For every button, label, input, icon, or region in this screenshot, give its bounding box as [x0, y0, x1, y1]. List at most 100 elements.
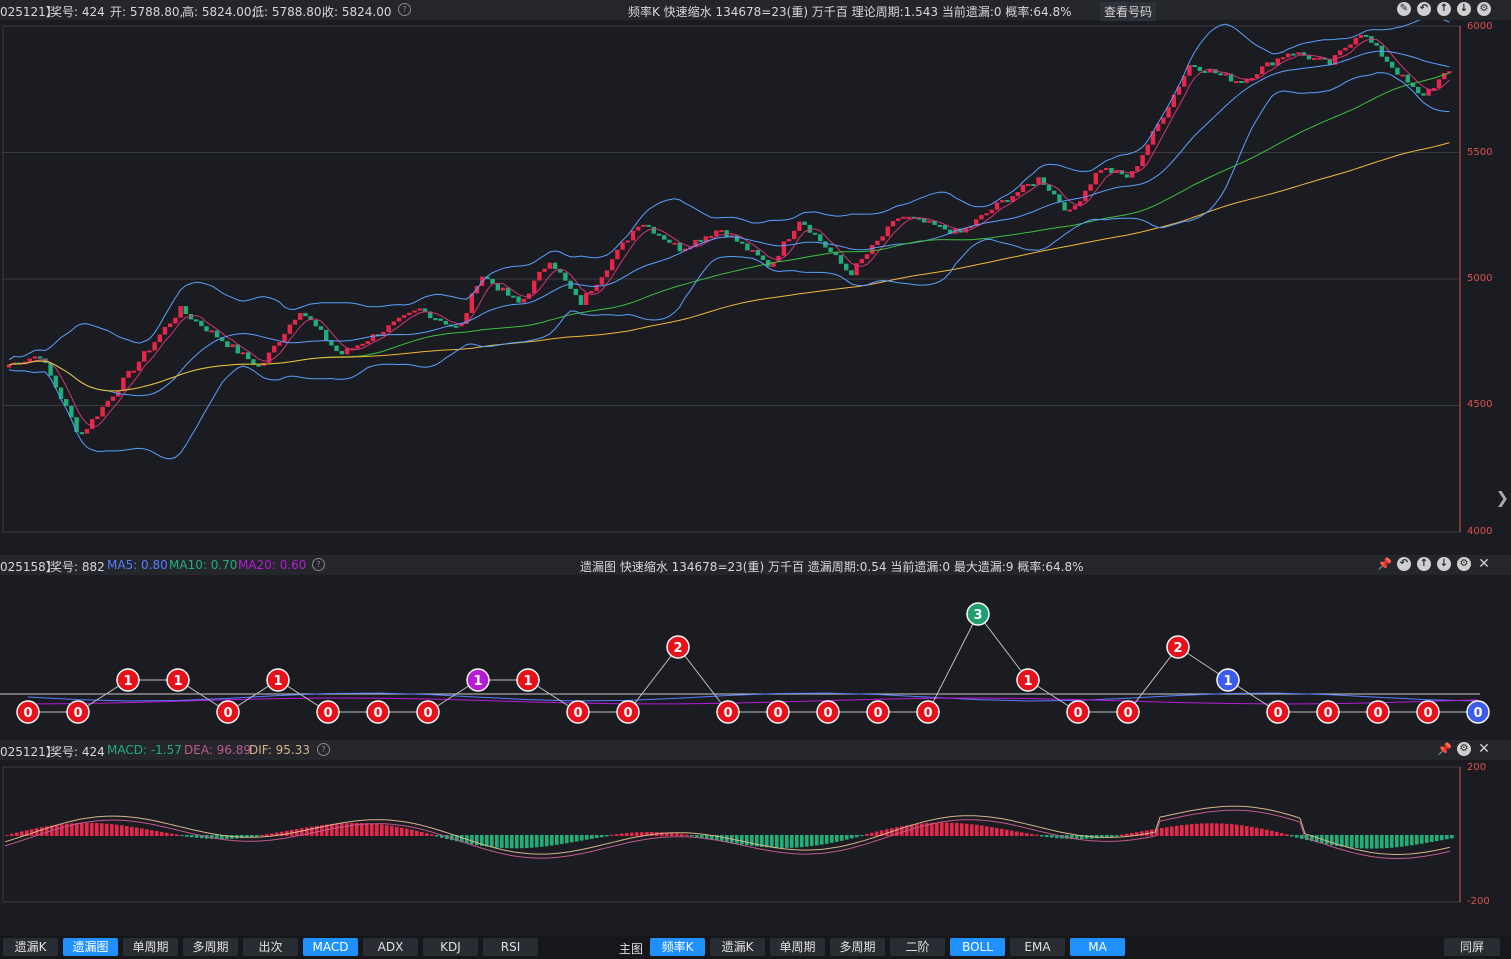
omission-node[interactable]: 1	[466, 668, 490, 692]
omission-node[interactable]: 0	[1466, 700, 1490, 724]
omission-node[interactable]: 0	[316, 700, 340, 724]
down-icon[interactable]: ↓	[1437, 557, 1451, 571]
omission-node[interactable]: 0	[916, 700, 940, 724]
back-icon[interactable]: ↶	[1417, 2, 1431, 16]
bottom-mid-tab[interactable]: MA	[1070, 938, 1125, 956]
omission-node[interactable]: 2	[1166, 635, 1190, 659]
omission-node[interactable]: 0	[1066, 700, 1090, 724]
candle	[152, 342, 157, 351]
pin-icon[interactable]: 📌	[1377, 557, 1392, 571]
macd-bar	[625, 833, 629, 836]
candle	[1421, 93, 1426, 96]
query-number-button[interactable]: 查看号码	[1100, 2, 1157, 21]
omission-node[interactable]: 0	[416, 700, 440, 724]
main-chart-panel[interactable]: 6000 5500 5000 4500 4000 ❯	[0, 20, 1511, 552]
omission-node[interactable]: 1	[166, 668, 190, 692]
macd-bar	[1255, 827, 1259, 836]
omission-node[interactable]: 0	[716, 700, 740, 724]
bottom-mid-tab[interactable]: 单周期	[770, 938, 825, 956]
bottom-left-tab[interactable]: 遗漏K	[3, 938, 58, 956]
macd-bar	[1200, 823, 1204, 836]
candle	[781, 241, 786, 256]
omission-node[interactable]: 0	[566, 700, 590, 724]
omission-node[interactable]: 0	[216, 700, 240, 724]
macd-bar	[1285, 834, 1289, 836]
bottom-left-tab[interactable]: 出次	[243, 938, 298, 956]
fullscreen-button[interactable]: 同屏	[1444, 938, 1500, 956]
macd-bar	[1370, 835, 1374, 849]
bottom-mid-tab[interactable]: EMA	[1010, 938, 1065, 956]
omission-node[interactable]: 0	[16, 700, 40, 724]
settings-icon[interactable]: ⚙	[1457, 742, 1471, 756]
svg-text:0: 0	[573, 706, 582, 721]
edit-icon[interactable]: ✎	[1397, 2, 1411, 16]
bottom-left-tab[interactable]: MACD	[303, 938, 358, 956]
bottom-left-tab[interactable]: RSI	[483, 938, 538, 956]
chevron-right-icon[interactable]: ❯	[1496, 488, 1509, 507]
candle	[662, 235, 667, 240]
omission-chart-panel[interactable]: 0 0 1 1 0 1 0 0 0 1 1 0 0 2 0 0 0 0 0 3 1 0 0 2 1 0 0 0 0 0	[0, 575, 1511, 737]
omission-node[interactable]: 0	[816, 700, 840, 724]
macd-bar	[1005, 829, 1009, 836]
omission-node[interactable]: 0	[1416, 700, 1440, 724]
bottom-mid-tab[interactable]: 频率K	[650, 938, 705, 956]
bottom-left-tab[interactable]: 多周期	[183, 938, 238, 956]
omission-node[interactable]: 0	[66, 700, 90, 724]
omission-node[interactable]: 1	[266, 668, 290, 692]
up-icon[interactable]: ↑	[1437, 2, 1451, 16]
macd-chart[interactable]	[0, 760, 1511, 934]
omission-node[interactable]: 0	[616, 700, 640, 724]
bottom-left-tab[interactable]: 单周期	[123, 938, 178, 956]
omission-node[interactable]: 0	[866, 700, 890, 724]
candle	[417, 308, 422, 311]
omission-node[interactable]: 0	[766, 700, 790, 724]
macd-bar	[1425, 835, 1429, 843]
main-candle-chart[interactable]	[0, 20, 1511, 552]
pin-icon[interactable]: 📌	[1437, 742, 1452, 756]
bottom-mid-tab[interactable]: 遗漏K	[710, 938, 765, 956]
help-icon[interactable]: ?	[398, 3, 411, 16]
omission-node[interactable]: 0	[1266, 700, 1290, 724]
omission-node[interactable]: 1	[1216, 668, 1240, 692]
close-icon[interactable]: ✕	[1477, 557, 1491, 571]
macd-bar	[945, 822, 949, 836]
settings-icon[interactable]: ⚙	[1457, 557, 1471, 571]
omission-node[interactable]: 3	[966, 602, 990, 626]
omission-node[interactable]: 0	[1116, 700, 1140, 724]
omission-node[interactable]: 2	[666, 635, 690, 659]
candle	[656, 233, 662, 236]
help-icon[interactable]: ?	[317, 743, 330, 756]
candle	[1015, 192, 1020, 197]
candle	[636, 226, 641, 231]
omission-chart[interactable]: 0 0 1 1 0 1 0 0 0 1 1 0 0 2 0 0 0 0 0 3 1 0 0 2 1 0 0 0 0 0	[0, 575, 1511, 737]
macd-bar	[435, 835, 439, 837]
macd-bar	[400, 827, 404, 836]
down-icon[interactable]: ↓	[1457, 2, 1471, 16]
main-open: 开: 5788.80,	[110, 5, 184, 19]
macd-bar	[1405, 835, 1409, 847]
omission-node[interactable]: 0	[1366, 700, 1390, 724]
candle	[1072, 205, 1078, 210]
candle	[121, 377, 126, 391]
omission-node[interactable]: 1	[1016, 668, 1040, 692]
bottom-left-tab[interactable]: 遗漏图	[63, 938, 118, 956]
svg-text:1: 1	[1023, 674, 1032, 689]
bottom-left-tab[interactable]: ADX	[363, 938, 418, 956]
help-icon[interactable]: ?	[312, 558, 325, 571]
bottom-mid-tab[interactable]: 多周期	[830, 938, 885, 956]
omission-node[interactable]: 0	[366, 700, 390, 724]
omission-node[interactable]: 0	[1316, 700, 1340, 724]
main-low: 低: 5788.80,	[252, 5, 326, 19]
bottom-mid-tab[interactable]: BOLL	[950, 938, 1005, 956]
macd-bar	[585, 835, 589, 840]
omission-node[interactable]: 1	[116, 668, 140, 692]
bottom-left-tab[interactable]: KDJ	[423, 938, 478, 956]
candle	[740, 241, 745, 244]
macd-chart-panel[interactable]: 200 -200	[0, 760, 1511, 934]
back-icon[interactable]: ↶	[1397, 557, 1411, 571]
settings-icon[interactable]: ⚙	[1477, 2, 1491, 16]
omission-node[interactable]: 1	[516, 668, 540, 692]
bottom-mid-tab[interactable]: 二阶	[890, 938, 945, 956]
close-icon[interactable]: ✕	[1477, 742, 1491, 756]
up-icon[interactable]: ↑	[1417, 557, 1431, 571]
